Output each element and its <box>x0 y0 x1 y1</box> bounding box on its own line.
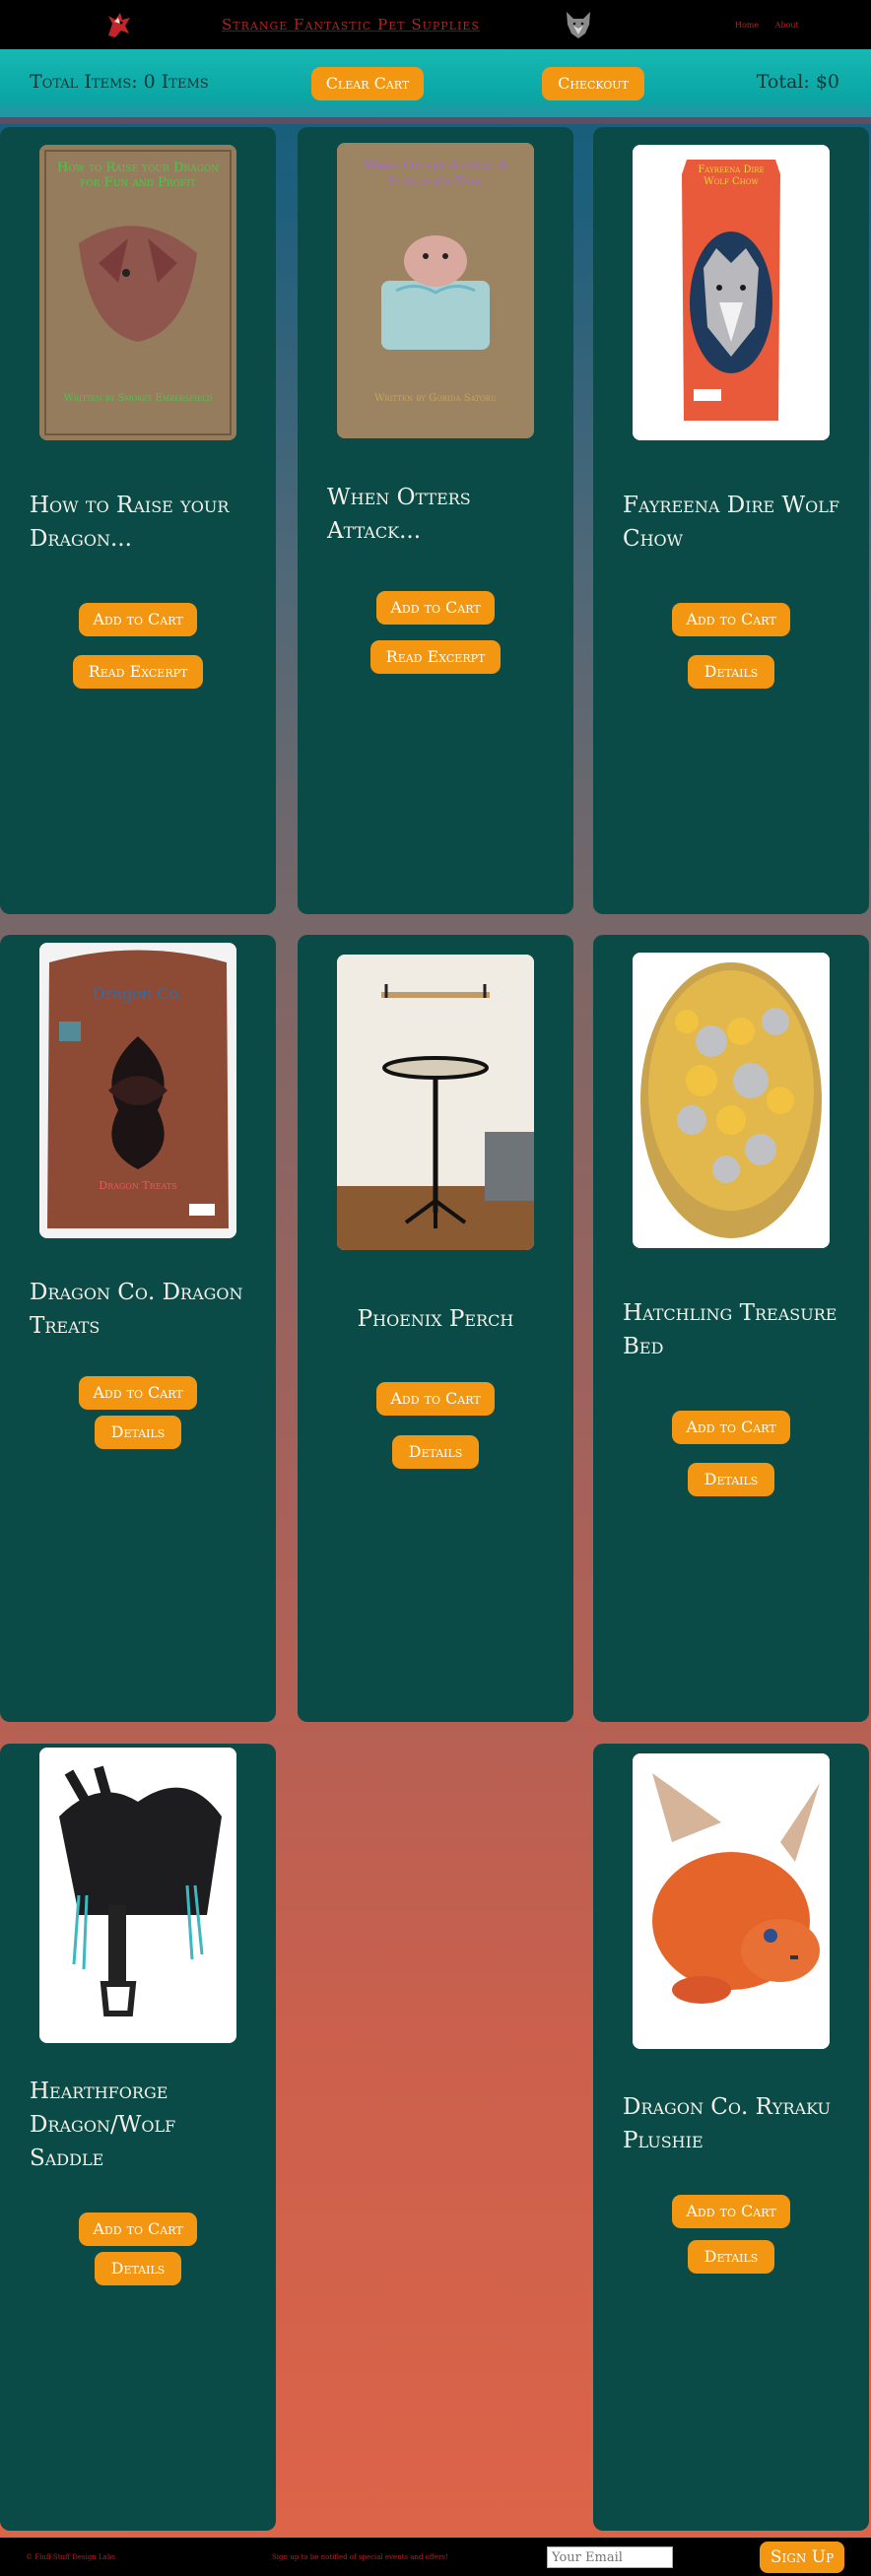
add-to-cart-button[interactable]: Add to Cart <box>79 2213 197 2246</box>
details-button[interactable]: Details <box>688 1463 774 1496</box>
cover-author: Written by Gorida Satoru <box>374 393 497 404</box>
site-title[interactable]: Strange Fantastic Pet Supplies <box>222 16 480 33</box>
treasure-bed-image[interactable] <box>633 953 830 1248</box>
add-to-cart-button[interactable]: Add to Cart <box>672 1411 790 1444</box>
dragon-book-cover-image[interactable]: How to Raise your Dragon for Fun and Pro… <box>39 145 236 440</box>
product-card: Dragon Co. Ryraku Plushie Add to Cart De… <box>593 1744 869 2531</box>
cover-author: Written by Smokey Embersfield <box>63 393 213 404</box>
email-input[interactable] <box>547 2546 673 2568</box>
product-name[interactable]: Fayreena Dire Wolf Chow <box>623 489 849 556</box>
sign-up-button[interactable]: Sign Up <box>760 2542 844 2573</box>
cart-total-price: Total: $0 <box>756 71 839 93</box>
nav-link-about[interactable]: About <box>775 21 799 30</box>
bag-label: Dragon Treats <box>99 1179 177 1192</box>
add-to-cart-button[interactable]: Add to Cart <box>672 603 790 636</box>
footer: © Fluff-Stuff Design Labs Sign up to be … <box>0 2538 871 2576</box>
cart-total-items: Total Items: 0 Items <box>30 71 209 93</box>
add-to-cart-button[interactable]: Add to Cart <box>672 2195 790 2228</box>
add-to-cart-button[interactable]: Add to Cart <box>376 1382 495 1416</box>
product-name[interactable]: Dragon Co. Ryraku Plushie <box>623 2090 849 2157</box>
cart-bar: Total Items: 0 Items Clear Cart Checkout… <box>0 49 871 120</box>
divider-stripe <box>0 117 871 124</box>
product-name[interactable]: Dragon Co. Dragon Treats <box>30 1276 256 1343</box>
perch-stand-image[interactable] <box>337 955 534 1250</box>
details-button[interactable]: Details <box>95 1416 181 1449</box>
product-card: Phoenix Perch Add to Cart Details <box>298 935 573 1722</box>
bag-brand: Dragon Co. <box>93 984 183 1003</box>
otter-book-cover-image[interactable]: When Otters Attack: A Survivor's Tale Wr… <box>337 143 534 438</box>
clear-cart-button[interactable]: Clear Cart <box>311 67 424 100</box>
dragon-treat-bag-image[interactable]: Dragon Co. Dragon Treats <box>39 943 236 1238</box>
saddle-image[interactable] <box>39 1748 236 2043</box>
product-card: Hatchling Treasure Bed Add to Cart Detai… <box>593 935 869 1722</box>
add-to-cart-button[interactable]: Add to Cart <box>79 1376 197 1410</box>
product-card: Fayreena Dire Wolf Chow Fayreena Dire Wo… <box>593 127 869 914</box>
details-button[interactable]: Details <box>688 655 774 689</box>
product-name[interactable]: Phoenix Perch <box>327 1302 544 1336</box>
wolf-food-bag-image[interactable]: Fayreena Dire Wolf Chow <box>633 145 830 440</box>
product-name[interactable]: Hearthforge Dragon/Wolf Saddle <box>30 2075 256 2175</box>
product-name[interactable]: Hatchling Treasure Bed <box>623 1296 849 1363</box>
dragon-logo-icon[interactable] <box>102 8 136 41</box>
details-button[interactable]: Details <box>95 2252 181 2285</box>
product-card: When Otters Attack: A Survivor's Tale Wr… <box>298 127 573 914</box>
bag-label: Fayreena Dire Wolf Chow <box>698 165 765 187</box>
add-to-cart-button[interactable]: Add to Cart <box>79 603 197 636</box>
top-nav-bar: Strange Fantastic Pet Supplies Home Abou… <box>0 0 871 49</box>
cover-title: How to Raise your Dragon for Fun and Pro… <box>56 161 220 190</box>
product-card: How to Raise your Dragon for Fun and Pro… <box>0 127 276 914</box>
footer-newsletter-text: Sign up to be notified of special events… <box>272 2553 448 2561</box>
footer-copyright: © Fluff-Stuff Design Labs <box>26 2553 115 2561</box>
wolf-logo-icon[interactable] <box>562 8 595 41</box>
read-excerpt-button[interactable]: Read Excerpt <box>370 640 501 674</box>
product-name[interactable]: How to Raise your Dragon... <box>30 489 256 556</box>
details-button[interactable]: Details <box>392 1435 479 1469</box>
add-to-cart-button[interactable]: Add to Cart <box>376 591 495 625</box>
read-excerpt-button[interactable]: Read Excerpt <box>73 655 203 689</box>
cover-title: When Otters Attack: A Survivor's Tale <box>364 159 507 189</box>
dragon-plush-image[interactable] <box>633 1753 830 2049</box>
checkout-button[interactable]: Checkout <box>542 67 644 100</box>
nav-link-home[interactable]: Home <box>735 21 759 30</box>
product-card: Dragon Co. Dragon Treats Dragon Co. Drag… <box>0 935 276 1722</box>
product-name[interactable]: When Otters Attack... <box>327 481 554 548</box>
details-button[interactable]: Details <box>688 2240 774 2274</box>
product-card: Hearthforge Dragon/Wolf Saddle Add to Ca… <box>0 1744 276 2531</box>
top-links: Home About <box>735 21 813 30</box>
